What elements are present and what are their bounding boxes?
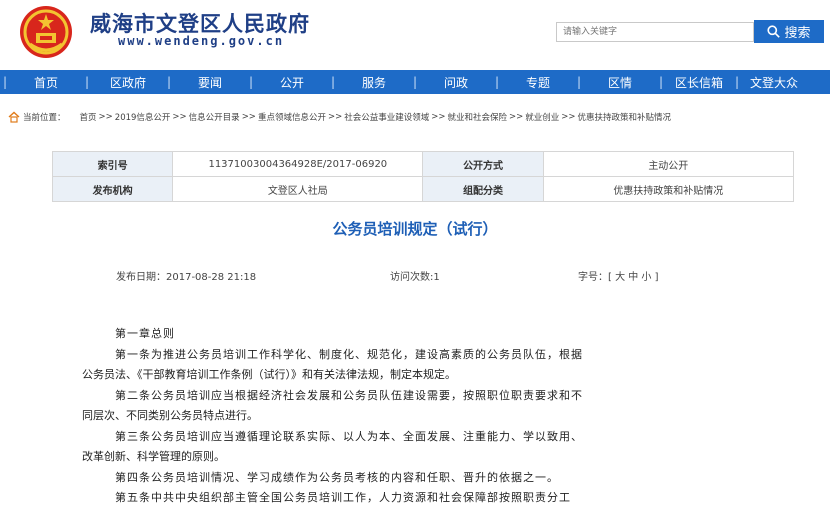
breadcrumb-home[interactable]: 首页 bbox=[80, 111, 97, 123]
nav-item-wendeng-public[interactable]: 文登大众 bbox=[742, 74, 806, 91]
nav-item-services[interactable]: 服务 bbox=[338, 74, 410, 91]
site-header: 威海市文登区人民政府 www.wendeng.gov.cn 搜索 bbox=[0, 0, 830, 68]
site-url: www.wendeng.gov.cn bbox=[118, 34, 285, 48]
index-value: 11371003004364928E/2017-06920 bbox=[172, 151, 424, 177]
document-info-table: 索引号 11371003004364928E/2017-06920 公开方式 主… bbox=[51, 151, 795, 202]
publisher-value: 文登区人社局 bbox=[172, 176, 424, 202]
category-label: 组配分类 bbox=[422, 176, 544, 202]
disclosure-value: 主动公开 bbox=[542, 151, 795, 177]
nav-item-disclosure[interactable]: 公开 bbox=[256, 74, 328, 91]
main-nav: | 首页 | 区政府 | 要闻 | 公开 | 服务 | 问政 | 专题 | 区情… bbox=[0, 70, 830, 94]
paragraph: 第一条为推进公务员培训工作科学化、制度化、规范化，建设高素质的公务员队伍，根据 bbox=[115, 347, 583, 361]
nav-item-topics[interactable]: 专题 bbox=[502, 74, 574, 91]
breadcrumb-subsidy-policy[interactable]: 优惠扶持政策和补贴情况 bbox=[578, 111, 672, 123]
search-button-label: 搜索 bbox=[784, 26, 811, 41]
nav-item-mayor-mailbox[interactable]: 区长信箱 bbox=[666, 74, 732, 91]
nav-item-news[interactable]: 要闻 bbox=[174, 74, 246, 91]
breadcrumb-disclosure-catalog[interactable]: 信息公开目录 bbox=[189, 111, 240, 123]
paragraph: 改革创新、科学管理的原则。 bbox=[82, 450, 225, 463]
search-icon bbox=[767, 25, 781, 38]
breadcrumb-2019-disclosure[interactable]: 2019信息公开 bbox=[115, 111, 171, 123]
visit-count: 访问次数:1 bbox=[390, 272, 440, 283]
paragraph: 公务员法、《干部教育培训工作条例（试行）》和有关法律法规，制定本规定。 bbox=[82, 368, 456, 381]
home-icon bbox=[8, 111, 20, 123]
search-button[interactable]: 搜索 bbox=[754, 20, 824, 43]
breadcrumb-label: 当前位置： bbox=[23, 113, 66, 123]
breadcrumb-employment[interactable]: 就业创业 bbox=[525, 111, 559, 123]
paragraph: 第二条公务员培训应当根据经济社会发展和公务员队伍建设需要，按照职位职责要求和不 bbox=[115, 388, 583, 402]
article-title: 公务员培训规定（试行） bbox=[332, 220, 498, 238]
paragraph: 第四条公务员培训情况、学习成绩作为公务员考核的内容和任职、晋升的依据之一。 bbox=[115, 470, 559, 484]
index-label: 索引号 bbox=[51, 151, 174, 177]
category-value: 优惠扶持政策和补贴情况 bbox=[542, 176, 795, 202]
disclosure-label: 公开方式 bbox=[422, 151, 544, 177]
national-emblem-icon[interactable] bbox=[18, 4, 74, 60]
paragraph: 同层次、不同类别公务员特点进行。 bbox=[82, 409, 258, 422]
nav-item-district-info[interactable]: 区情 bbox=[584, 74, 656, 91]
breadcrumb-public-welfare[interactable]: 社会公益事业建设领域 bbox=[344, 111, 429, 123]
publish-date: 发布日期：2017-08-28 21:18 bbox=[116, 272, 257, 283]
paragraph: 第五条中共中央组织部主管全国公务员培训工作，人力资源和社会保障部按照职责分工 bbox=[115, 491, 571, 504]
nav-item-home[interactable]: 首页 bbox=[10, 74, 82, 91]
breadcrumb: 当前位置： 首页 >> 2019信息公开 >> 信息公开目录 >> 重点领域信息… bbox=[8, 110, 828, 124]
chapter-heading: 第一章总则 bbox=[115, 327, 175, 340]
table-row: 索引号 11371003004364928E/2017-06920 公开方式 主… bbox=[51, 151, 795, 177]
publisher-label: 发布机构 bbox=[51, 176, 174, 202]
search-input[interactable] bbox=[556, 22, 754, 42]
nav-item-inquiry[interactable]: 问政 bbox=[420, 74, 492, 91]
table-row: 发布机构 文登区人社局 组配分类 优惠扶持政策和补贴情况 bbox=[51, 176, 795, 202]
paragraph: 第三条公务员培训应当遵循理论联系实际、以人为本、全面发展、注重能力、学以致用、 bbox=[115, 429, 583, 443]
article-body: 第一章总则 第一条为推进公务员培训工作科学化、制度化、规范化，建设高素质的公务员… bbox=[82, 324, 754, 509]
nav-item-government[interactable]: 区政府 bbox=[92, 74, 164, 91]
font-size-control[interactable]: 字号：[ 大 中 小 ] bbox=[578, 268, 659, 283]
breadcrumb-key-areas[interactable]: 重点领域信息公开 bbox=[258, 111, 326, 123]
breadcrumb-employment-insurance[interactable]: 就业和社会保险 bbox=[447, 111, 507, 123]
